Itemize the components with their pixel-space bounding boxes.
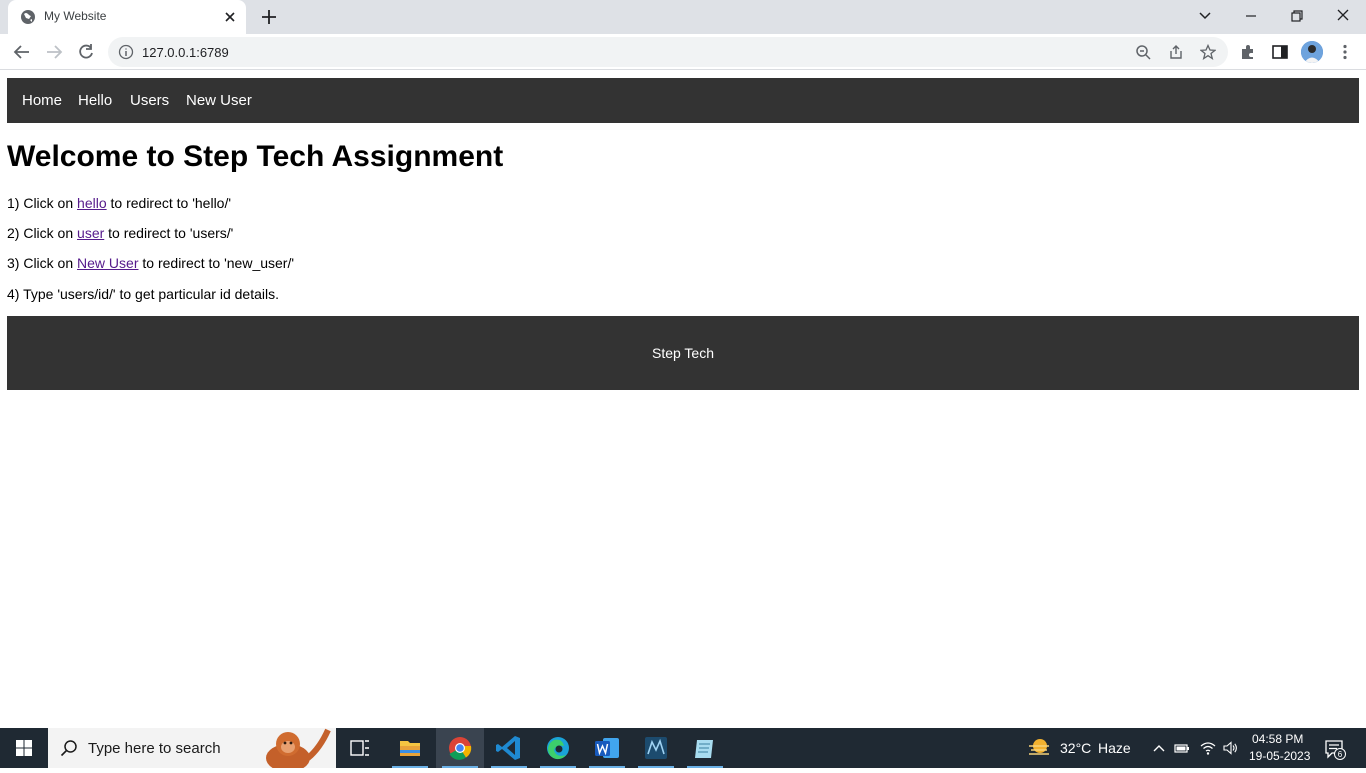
more-menu-icon[interactable] [1336, 43, 1354, 61]
page-title: Welcome to Step Tech Assignment [7, 140, 504, 173]
close-tab-icon[interactable] [222, 9, 238, 25]
instruction-line-1: 1) Click on hello to redirect to 'hello/… [7, 195, 231, 211]
nav-home[interactable]: Home [22, 92, 62, 109]
notepad-icon [695, 740, 713, 758]
volume-icon[interactable] [1222, 740, 1238, 756]
clock-time[interactable]: 04:58 PM [1252, 732, 1303, 746]
chrome-icon [449, 737, 472, 760]
forward-arrow-icon[interactable] [44, 42, 64, 62]
taskbar-task-view[interactable] [336, 728, 384, 768]
weather-haze-icon [1029, 739, 1049, 755]
notification-count: 6 [1338, 750, 1343, 759]
tab-search-chevron-icon[interactable] [1194, 6, 1216, 26]
share-icon[interactable] [1168, 44, 1184, 60]
restore-icon[interactable] [1286, 6, 1308, 26]
taskbar-word[interactable] [583, 728, 631, 768]
browser-tab-bar: My Website [0, 0, 1366, 34]
instruction-line-4: 4) Type 'users/id/' to get particular id… [7, 286, 279, 302]
windows-taskbar: Type here to search 32°C Haze 04:58 PM 1… [0, 728, 1366, 768]
page-viewport: Home Hello Users New User Welcome to Ste… [0, 70, 1366, 728]
nav-users[interactable]: Users [130, 92, 169, 109]
taskbar-file-explorer[interactable] [386, 728, 434, 768]
notification-center-button[interactable]: 6 [1324, 738, 1346, 760]
search-placeholder: Type here to search [88, 740, 221, 757]
vscode-icon [496, 736, 520, 760]
search-icon [60, 740, 77, 757]
top-navigation: Home Hello Users New User [7, 78, 1359, 123]
task-view-icon [350, 740, 369, 756]
browser-toolbar: 127.0.0.1:6789 [0, 34, 1366, 70]
show-hidden-icons-chevron-icon[interactable] [1151, 740, 1167, 756]
back-arrow-icon[interactable] [12, 42, 32, 62]
orangutan-illustration-icon [266, 728, 331, 768]
profile-avatar[interactable] [1301, 41, 1323, 63]
instruction-text: 4) Type 'users/id/' to get particular id… [7, 286, 280, 302]
user-link[interactable]: user [77, 225, 104, 241]
instruction-text: 3) Click on [7, 255, 78, 271]
close-window-icon[interactable] [1332, 6, 1354, 26]
zoom-icon[interactable] [1135, 44, 1151, 60]
mysql-workbench-icon [645, 737, 667, 759]
edge-icon [547, 737, 569, 760]
taskbar-mysql-workbench[interactable] [632, 728, 680, 768]
instruction-text: 1) Click on [7, 195, 78, 211]
side-panel-icon[interactable] [1271, 43, 1289, 61]
url-text[interactable]: 127.0.0.1:6789 [142, 45, 229, 60]
nav-new-user[interactable]: New User [186, 92, 252, 109]
hello-link[interactable]: hello [77, 195, 107, 211]
taskbar-chrome[interactable] [436, 728, 484, 768]
address-bar[interactable]: 127.0.0.1:6789 [108, 37, 1228, 67]
globe-icon [21, 10, 35, 24]
weather-desc[interactable]: Haze [1098, 740, 1131, 756]
site-info-icon[interactable] [118, 44, 134, 60]
new-user-link[interactable]: New User [77, 255, 138, 271]
browser-tab[interactable]: My Website [8, 0, 246, 34]
minimize-icon[interactable] [1240, 6, 1262, 26]
nav-hello[interactable]: Hello [78, 92, 112, 109]
taskbar-vscode[interactable] [485, 728, 533, 768]
wifi-icon[interactable] [1200, 740, 1216, 756]
clock-date[interactable]: 19-05-2023 [1249, 749, 1310, 763]
file-explorer-icon [400, 741, 420, 756]
instruction-text: 2) Click on [7, 225, 78, 241]
notification-icon: 6 [1325, 740, 1346, 760]
instruction-line-3: 3) Click on New User to redirect to 'new… [7, 255, 294, 271]
taskbar-edge[interactable] [534, 728, 582, 768]
word-icon [595, 738, 619, 758]
battery-icon[interactable] [1174, 740, 1190, 756]
windows-start-icon[interactable] [0, 728, 48, 768]
taskbar-notepad[interactable] [681, 728, 729, 768]
page-footer: Step Tech [7, 316, 1359, 390]
instruction-text: to redirect to 'users/' [104, 225, 234, 241]
bookmark-star-icon[interactable] [1200, 44, 1216, 60]
extensions-icon[interactable] [1239, 43, 1257, 61]
profile-photo-icon [1301, 41, 1323, 63]
instruction-line-2: 2) Click on user to redirect to 'users/' [7, 225, 233, 241]
reload-icon[interactable] [76, 42, 96, 62]
new-tab-icon[interactable] [260, 8, 278, 26]
instruction-text: to redirect to 'hello/' [106, 195, 232, 211]
instruction-text: to redirect to 'new_user/' [138, 255, 295, 271]
footer-text: Step Tech [651, 345, 714, 361]
weather-temp[interactable]: 32°C [1060, 740, 1091, 756]
tab-title: My Website [44, 9, 107, 23]
